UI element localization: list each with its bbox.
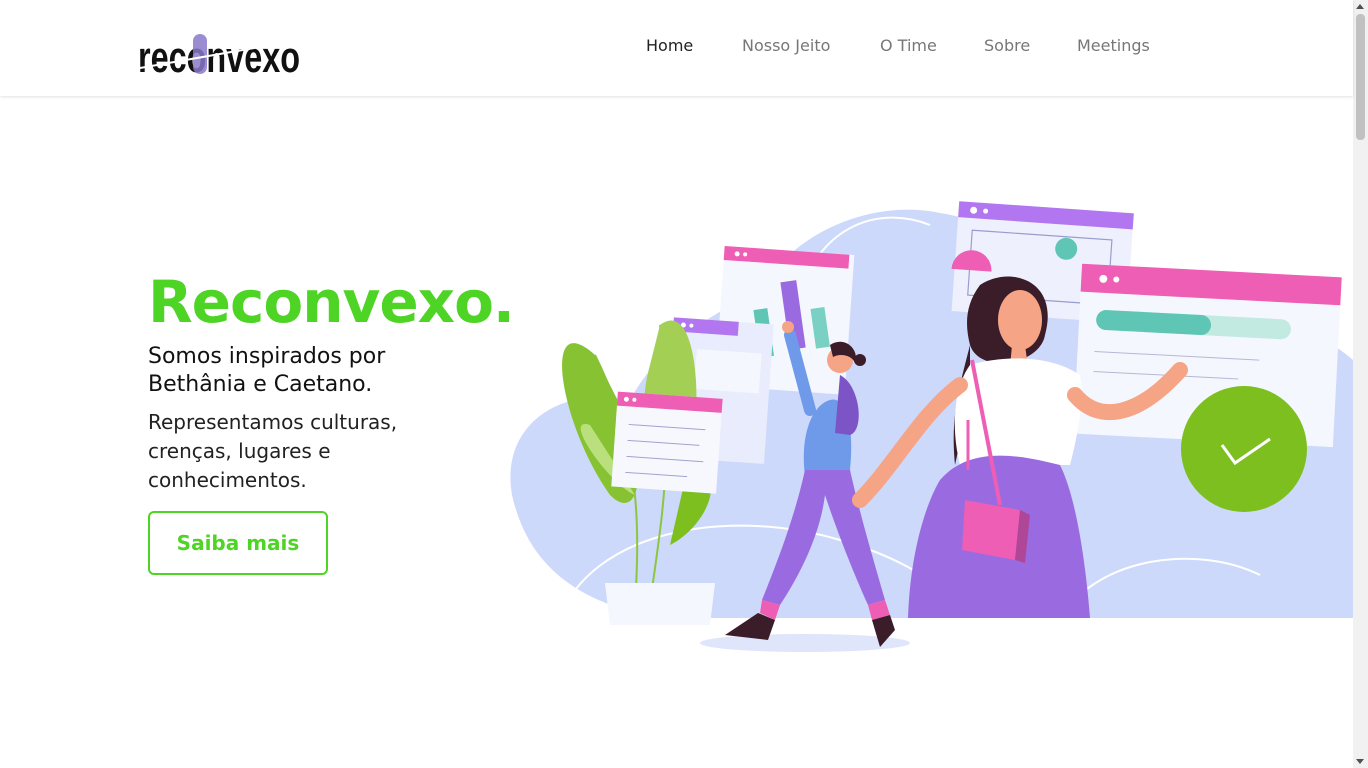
window-list (611, 391, 723, 494)
hero-illustration (510, 201, 1353, 652)
main-nav: Home Nosso Jeito O Time Sobre Meetings (0, 36, 1353, 60)
scroll-thumb[interactable] (1356, 14, 1365, 140)
hero-subtitle: Somos inspirados por Bethânia e Caetano. (148, 344, 386, 397)
nav-meetings[interactable]: Meetings (1077, 36, 1150, 55)
saiba-mais-button[interactable]: Saiba mais (148, 511, 328, 575)
nav-nosso-jeito[interactable]: Nosso Jeito (742, 36, 830, 55)
site-header: reconvexo Home Nosso Jeito O Time Sobre … (0, 0, 1353, 96)
nav-o-time[interactable]: O Time (880, 36, 937, 55)
nav-sobre[interactable]: Sobre (984, 36, 1030, 55)
hero-description: Representamos culturas, crenças, lugares… (148, 410, 398, 492)
scrollbar[interactable] (1353, 0, 1368, 768)
scroll-up-arrow-icon[interactable] (1356, 4, 1364, 9)
scroll-down-arrow-icon[interactable] (1356, 759, 1364, 764)
hero-title: Reconvexo. (148, 268, 515, 336)
checkmark-circle (1181, 386, 1307, 512)
nav-home[interactable]: Home (646, 36, 693, 55)
